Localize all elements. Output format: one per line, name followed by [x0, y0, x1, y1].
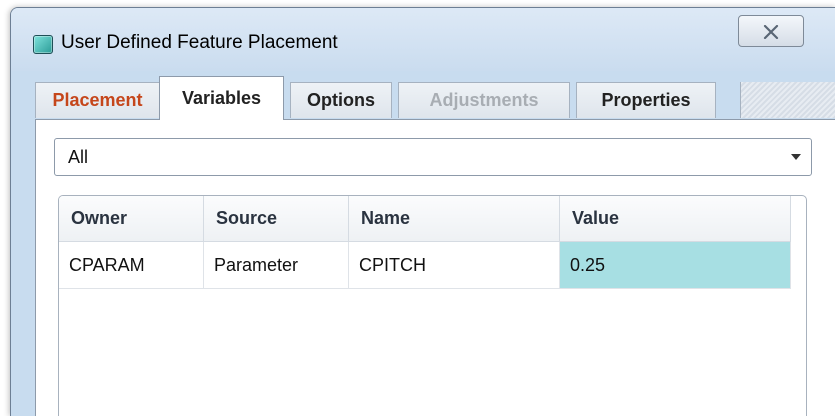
filter-dropdown[interactable]: All	[54, 138, 812, 176]
tab-options[interactable]: Options	[290, 82, 392, 118]
tab-placement[interactable]: Placement	[35, 82, 160, 118]
variables-table: Owner Source Name Value CPARAM Parameter…	[58, 195, 807, 416]
column-header-value[interactable]: Value	[559, 196, 791, 242]
tab-adjustments: Adjustments	[398, 82, 570, 118]
tab-label: Properties	[601, 90, 691, 110]
bottom-fade	[59, 346, 806, 416]
tab-strip-filler	[740, 82, 835, 118]
filter-dropdown-value: All	[68, 147, 89, 167]
tab-strip: Placement Variables Options Adjustments …	[35, 76, 835, 120]
variables-panel: All Owner Source Name Value CPARAM Param…	[35, 119, 835, 416]
cell-name[interactable]: CPITCH	[348, 241, 560, 289]
table-row[interactable]: CPARAM Parameter CPITCH 0.25	[59, 241, 791, 289]
cell-owner[interactable]: CPARAM	[59, 241, 204, 289]
tab-label: Options	[307, 90, 375, 110]
chevron-down-icon[interactable]	[791, 154, 801, 160]
close-icon	[763, 25, 779, 39]
title-bar[interactable]: User Defined Feature Placement	[11, 8, 835, 71]
table-header-row: Owner Source Name Value	[59, 196, 791, 242]
tab-label: Adjustments	[429, 90, 539, 110]
column-header-name[interactable]: Name	[348, 196, 560, 242]
tab-properties[interactable]: Properties	[576, 82, 716, 118]
dialog-window: User Defined Feature Placement Placement…	[10, 7, 835, 416]
tab-variables[interactable]: Variables	[159, 76, 284, 120]
cell-value[interactable]: 0.25	[559, 241, 791, 289]
column-header-source[interactable]: Source	[203, 196, 349, 242]
tab-label: Variables	[181, 88, 262, 108]
window-title: User Defined Feature Placement	[61, 32, 338, 53]
tab-label: Placement	[52, 90, 143, 110]
column-header-owner[interactable]: Owner	[59, 196, 204, 242]
close-button[interactable]	[738, 15, 804, 47]
cell-source[interactable]: Parameter	[203, 241, 349, 289]
app-icon	[33, 35, 53, 54]
